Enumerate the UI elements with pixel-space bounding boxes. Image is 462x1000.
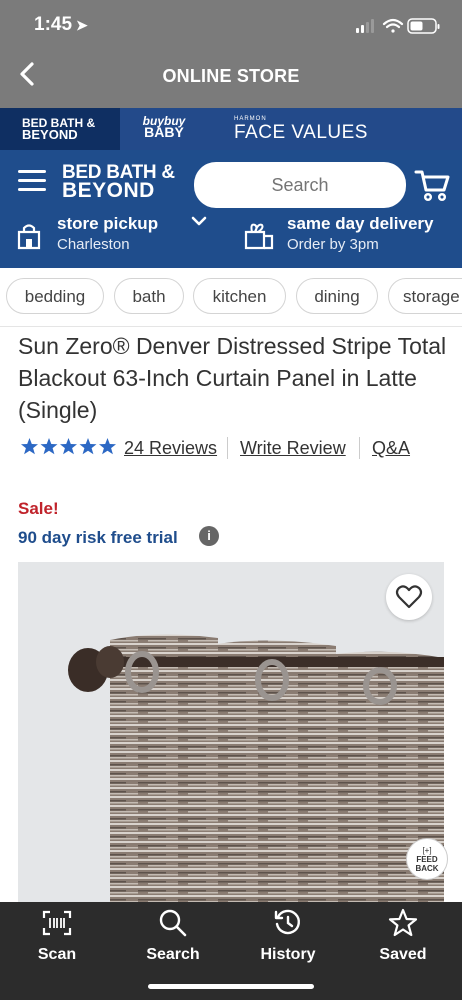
brand-tab-harmon-face-values[interactable]: HARMON FACE VALUES: [208, 108, 462, 150]
search-icon: [123, 906, 223, 940]
feedback-label: FEED BACK: [415, 855, 439, 873]
tab-label: Search: [146, 946, 200, 963]
same-day-delivery-label[interactable]: same day delivery: [287, 214, 457, 234]
rating-stars[interactable]: [20, 437, 118, 463]
brand-tab-buybuy-baby[interactable]: buybuy BABY: [120, 108, 208, 150]
divider: [359, 437, 360, 459]
tab-history[interactable]: History: [238, 906, 338, 964]
info-icon[interactable]: i: [199, 526, 219, 546]
site-logo[interactable]: BED BATH & BEYOND: [62, 163, 175, 202]
chip-dining[interactable]: dining: [296, 278, 378, 314]
status-time: 1:45 ➤: [34, 14, 88, 35]
store-location: Charleston: [57, 236, 130, 253]
battery-icon: [407, 18, 440, 34]
write-review-link[interactable]: Write Review: [240, 438, 346, 459]
status-icons: [356, 18, 440, 34]
feedback-button[interactable]: [+] FEED BACK: [406, 838, 448, 880]
search-input[interactable]: [194, 162, 406, 208]
product-image[interactable]: [18, 562, 444, 902]
same-day-delivery-icon: [244, 223, 274, 250]
qa-link[interactable]: Q&A: [372, 438, 410, 459]
wifi-icon: [382, 18, 404, 33]
heart-icon: [395, 585, 423, 609]
sale-badge: Sale!: [18, 499, 59, 518]
chip-kitchen[interactable]: kitchen: [193, 278, 286, 314]
hamburger-menu-icon[interactable]: [18, 170, 46, 196]
delivery-cutoff: Order by 3pm: [287, 236, 379, 253]
tab-label: History: [260, 946, 316, 963]
feedback-icon: [+]: [422, 846, 432, 855]
location-arrow-icon: ➤: [76, 17, 88, 33]
save-heart-button[interactable]: [386, 574, 432, 620]
chip-storage[interactable]: storage: [388, 278, 462, 314]
cart-icon[interactable]: [414, 168, 450, 202]
brand-label-line2: BABY: [144, 124, 184, 140]
chip-bedding[interactable]: bedding: [6, 278, 104, 314]
tab-label: Scan: [37, 946, 77, 963]
divider: [227, 437, 228, 459]
reviews-link[interactable]: 24 Reviews: [124, 438, 217, 459]
store-pickup-label[interactable]: store pickup: [57, 214, 158, 234]
chevron-down-icon[interactable]: [190, 212, 208, 235]
logo-line2: BEYOND: [62, 179, 155, 202]
star-icon: [353, 906, 453, 940]
product-title: Sun Zero® Denver Distressed Stripe Total…: [18, 333, 447, 423]
tab-label: Saved: [379, 946, 427, 963]
page-title: ONLINE STORE: [162, 66, 300, 86]
category-chips: bedding bath kitchen dining storage: [0, 268, 462, 327]
store-pickup-icon: [17, 224, 41, 250]
brand-tab-bed-bath-beyond[interactable]: BED BATH & BEYOND: [0, 108, 120, 150]
tab-saved[interactable]: Saved: [353, 906, 453, 964]
chip-bath[interactable]: bath: [114, 278, 184, 314]
tab-search[interactable]: Search: [123, 906, 223, 964]
brand-label-line2: BEYOND: [22, 127, 78, 142]
star-icon: [21, 438, 116, 455]
risk-free-trial-label: 90 day risk free trial: [18, 528, 178, 547]
signal-icon: [356, 19, 374, 33]
scan-icon: [7, 906, 107, 940]
brand-label-big: FACE VALUES: [234, 122, 368, 143]
tab-scan[interactable]: Scan: [7, 906, 107, 964]
home-indicator: [148, 984, 314, 989]
history-icon: [238, 906, 338, 940]
